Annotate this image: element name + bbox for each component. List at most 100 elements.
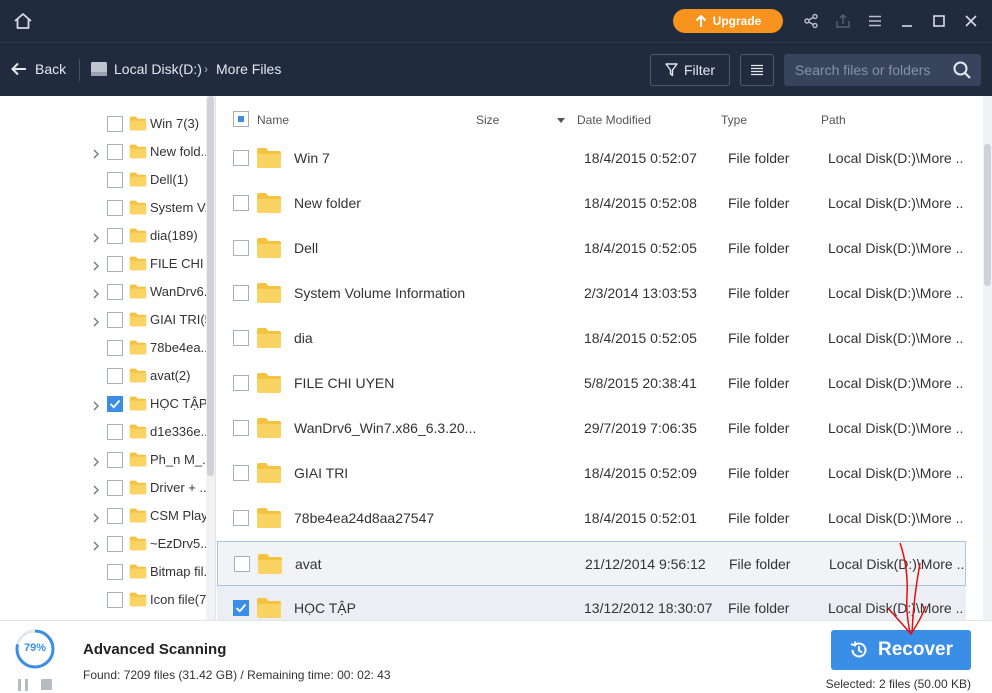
tree-item-checkbox[interactable] bbox=[107, 256, 123, 272]
tree-expand-toggle[interactable] bbox=[91, 315, 101, 327]
file-row-checkbox[interactable] bbox=[233, 420, 249, 436]
tree-item-checkbox[interactable] bbox=[107, 144, 123, 160]
close-button[interactable] bbox=[961, 11, 981, 31]
tree-expand-toggle[interactable] bbox=[91, 231, 101, 243]
tree-expand-toggle[interactable] bbox=[91, 259, 101, 271]
tree-item-checkbox[interactable] bbox=[107, 172, 123, 188]
tree-item[interactable]: HỌC TẬP... bbox=[0, 390, 207, 418]
tree-expand-toggle[interactable] bbox=[91, 539, 101, 551]
tree-item-checkbox[interactable] bbox=[107, 340, 123, 356]
tree-item-checkbox[interactable] bbox=[107, 564, 123, 580]
tree-item[interactable]: FILE CHI ... bbox=[0, 250, 207, 278]
file-path: Local Disk(D:)\More ... bbox=[828, 375, 963, 391]
sort-down-icon[interactable] bbox=[557, 118, 565, 123]
tree-item-checkbox[interactable] bbox=[107, 368, 123, 384]
tree-item-checkbox[interactable] bbox=[107, 424, 123, 440]
file-row-checkbox[interactable] bbox=[234, 556, 250, 572]
tree-item[interactable]: Dell(1) bbox=[0, 166, 206, 194]
file-row-checkbox[interactable] bbox=[233, 150, 249, 166]
tree-item[interactable]: avat(2) bbox=[0, 362, 206, 390]
filter-button[interactable]: Filter bbox=[650, 54, 730, 86]
pause-icon[interactable] bbox=[17, 679, 29, 691]
tree-item-checkbox[interactable] bbox=[107, 312, 123, 328]
tree-item[interactable]: WanDrv6... bbox=[0, 278, 207, 306]
tree-item[interactable]: System V... bbox=[0, 194, 207, 222]
breadcrumb-local-disk[interactable]: Local Disk(D:) bbox=[90, 61, 202, 77]
tree-item-checkbox[interactable] bbox=[107, 452, 123, 468]
tree-item[interactable]: Ph_n M_... bbox=[0, 446, 207, 474]
file-row-checkbox[interactable] bbox=[233, 600, 249, 616]
maximize-button[interactable] bbox=[929, 11, 949, 31]
tree-expand-toggle[interactable] bbox=[91, 511, 101, 523]
tree-item[interactable]: GIAI TRI(5... bbox=[0, 306, 207, 334]
file-row[interactable]: GIAI TRI 18/4/2015 0:52:09 File folder Loca… bbox=[217, 451, 966, 496]
view-mode-button[interactable] bbox=[740, 54, 774, 86]
column-header-size[interactable]: Size bbox=[476, 113, 499, 127]
tree-item[interactable]: Bitmap fil... bbox=[0, 558, 207, 586]
file-row-checkbox[interactable] bbox=[233, 375, 249, 391]
file-row[interactable]: WanDrv6_Win7.x86_6.3.20... 29/7/2019 7:06… bbox=[217, 406, 966, 451]
share-button[interactable] bbox=[801, 11, 821, 31]
tree-item-checkbox[interactable] bbox=[107, 200, 123, 216]
file-row-checkbox[interactable] bbox=[233, 285, 249, 301]
tree-item-checkbox[interactable] bbox=[107, 396, 123, 412]
tree-expand-toggle[interactable] bbox=[91, 147, 101, 159]
file-row[interactable]: 78be4ea24d8aa27547 18/4/2015 0:52:01 File … bbox=[217, 496, 966, 541]
file-row[interactable]: Dell 18/4/2015 0:52:05 File folder Local Di… bbox=[217, 226, 966, 271]
tree-item[interactable]: Win 7(3) bbox=[0, 110, 206, 138]
tree-item[interactable]: 78be4ea... bbox=[0, 334, 207, 362]
tree-item[interactable]: CSM Play... bbox=[0, 502, 207, 530]
file-row[interactable]: dia 18/4/2015 0:52:05 File folder Local Dis… bbox=[217, 316, 966, 361]
file-row-checkbox[interactable] bbox=[233, 465, 249, 481]
tree-item-checkbox[interactable] bbox=[107, 284, 123, 300]
tree-item-checkbox[interactable] bbox=[107, 228, 123, 244]
search-button[interactable] bbox=[952, 60, 972, 80]
tree-item-checkbox[interactable] bbox=[107, 536, 123, 552]
tree-item-checkbox[interactable] bbox=[107, 480, 123, 496]
minimize-button[interactable] bbox=[897, 11, 917, 31]
file-row[interactable]: avat 21/12/2014 9:56:12 File folder Local D… bbox=[217, 541, 966, 586]
column-header-type[interactable]: Type bbox=[721, 113, 747, 127]
file-row-checkbox[interactable] bbox=[233, 195, 249, 211]
tree-item-checkbox[interactable] bbox=[107, 592, 123, 608]
stop-icon[interactable] bbox=[41, 679, 52, 690]
select-all-checkbox[interactable] bbox=[233, 111, 249, 127]
list-scrollbar-thumb[interactable] bbox=[984, 144, 991, 286]
back-button[interactable]: Back bbox=[11, 61, 66, 77]
column-header-name[interactable]: Name bbox=[257, 113, 289, 127]
tree-item[interactable]: New fold... bbox=[0, 138, 207, 166]
tree-expand-toggle[interactable] bbox=[91, 287, 101, 299]
tree-item-checkbox[interactable] bbox=[107, 508, 123, 524]
column-header-date[interactable]: Date Modified bbox=[577, 113, 651, 127]
tree-item[interactable]: Icon file(7... bbox=[0, 586, 207, 614]
file-row[interactable]: HỌC TẬP 13/12/2012 18:30:07 File folder Loc… bbox=[217, 586, 966, 620]
recover-button[interactable]: Recover bbox=[831, 630, 971, 670]
tree-item[interactable]: d1e336e... bbox=[0, 418, 207, 446]
tree-item[interactable]: dia(189) bbox=[0, 222, 206, 250]
file-row[interactable]: Win 7 18/4/2015 0:52:07 File folder Local D… bbox=[217, 136, 966, 181]
file-row[interactable]: New folder 18/4/2015 0:52:08 File folder Lo… bbox=[217, 181, 966, 226]
file-row[interactable]: System Volume Information 2/3/2014 13:03:… bbox=[217, 271, 966, 316]
tree-scrollbar[interactable] bbox=[206, 96, 215, 620]
column-header-path[interactable]: Path bbox=[821, 113, 846, 127]
home-button[interactable] bbox=[12, 10, 34, 32]
upgrade-button[interactable]: Upgrade bbox=[673, 9, 783, 33]
file-row[interactable]: FILE CHI UYEN 5/8/2015 20:38:41 File folde… bbox=[217, 361, 966, 406]
tree-scrollbar-thumb[interactable] bbox=[207, 96, 214, 476]
chevron-right-icon bbox=[93, 149, 99, 159]
export-button[interactable] bbox=[833, 11, 853, 31]
menu-button[interactable] bbox=[865, 11, 885, 31]
file-row-checkbox[interactable] bbox=[233, 330, 249, 346]
tree-item-label: Win 7(3) bbox=[150, 116, 200, 131]
breadcrumb-more-files[interactable]: More Files bbox=[216, 61, 281, 77]
tree-item[interactable]: Driver + ... bbox=[0, 474, 207, 502]
tree-expand-toggle[interactable] bbox=[91, 455, 101, 467]
tree-expand-toggle[interactable] bbox=[91, 399, 101, 411]
tree-expand-toggle[interactable] bbox=[91, 483, 101, 495]
search-input[interactable] bbox=[784, 54, 944, 86]
file-row-checkbox[interactable] bbox=[233, 240, 249, 256]
tree-item[interactable]: ~EzDrv5... bbox=[0, 530, 207, 558]
tree-item-checkbox[interactable] bbox=[107, 116, 123, 132]
list-scrollbar[interactable] bbox=[983, 96, 992, 620]
file-row-checkbox[interactable] bbox=[233, 510, 249, 526]
